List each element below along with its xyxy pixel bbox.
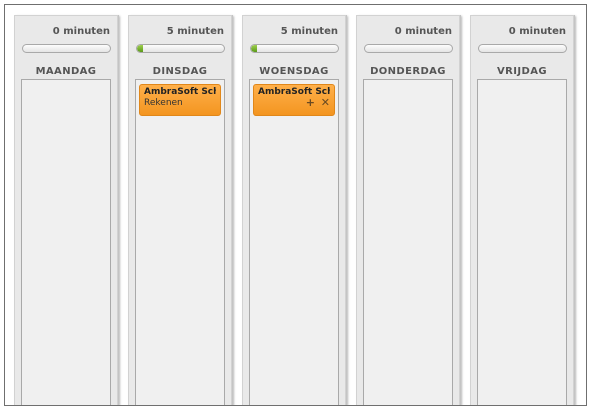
day-dropzone[interactable]: AmbraSoft Sch... Rekenen (135, 79, 225, 405)
weekly-planner: 0 minuten MAANDAG 5 minuten DINSDAG Ambr… (4, 4, 587, 406)
close-icon[interactable]: ✕ (321, 96, 330, 109)
minutes-total: 0 minuten (508, 26, 566, 37)
day-label: DONDERDAG (370, 66, 446, 77)
minutes-total: 5 minuten (280, 26, 338, 37)
day-dropzone[interactable] (21, 79, 111, 405)
day-column-friday: 0 minuten VRIJDAG (470, 15, 574, 405)
minutes-progress-bar (364, 44, 453, 53)
minutes-progress-bar (22, 44, 111, 53)
minutes-progress-bar (136, 44, 225, 53)
day-label: WOENSDAG (259, 66, 329, 77)
day-label: MAANDAG (35, 66, 97, 77)
plus-icon[interactable]: + (306, 96, 315, 109)
minutes-progress-bar (478, 44, 567, 53)
activity-card[interactable]: AmbraSoft Sch... Rekenen (139, 84, 221, 116)
day-dropzone[interactable]: AmbraSoft Sch... + ✕ (249, 79, 339, 405)
progress-fill (251, 45, 258, 52)
minutes-progress-bar (250, 44, 339, 53)
day-column-wednesday: 5 minuten WOENSDAG AmbraSoft Sch... + ✕ (242, 15, 346, 405)
day-column-tuesday: 5 minuten DINSDAG AmbraSoft Sch... Reken… (128, 15, 232, 405)
minutes-total: 0 minuten (394, 26, 452, 37)
progress-fill (137, 45, 144, 52)
day-column-thursday: 0 minuten DONDERDAG (356, 15, 460, 405)
day-label: VRIJDAG (497, 66, 547, 77)
activity-card[interactable]: AmbraSoft Sch... + ✕ (253, 84, 335, 116)
minutes-total: 5 minuten (166, 26, 224, 37)
day-column-monday: 0 minuten MAANDAG (14, 15, 118, 405)
card-subject: Rekenen (144, 98, 183, 108)
day-dropzone[interactable] (477, 79, 567, 405)
card-title: AmbraSoft Sch... (144, 87, 216, 97)
minutes-total: 0 minuten (52, 26, 110, 37)
day-dropzone[interactable] (363, 79, 453, 405)
day-label: DINSDAG (152, 66, 208, 77)
card-actions: + ✕ (304, 97, 330, 108)
